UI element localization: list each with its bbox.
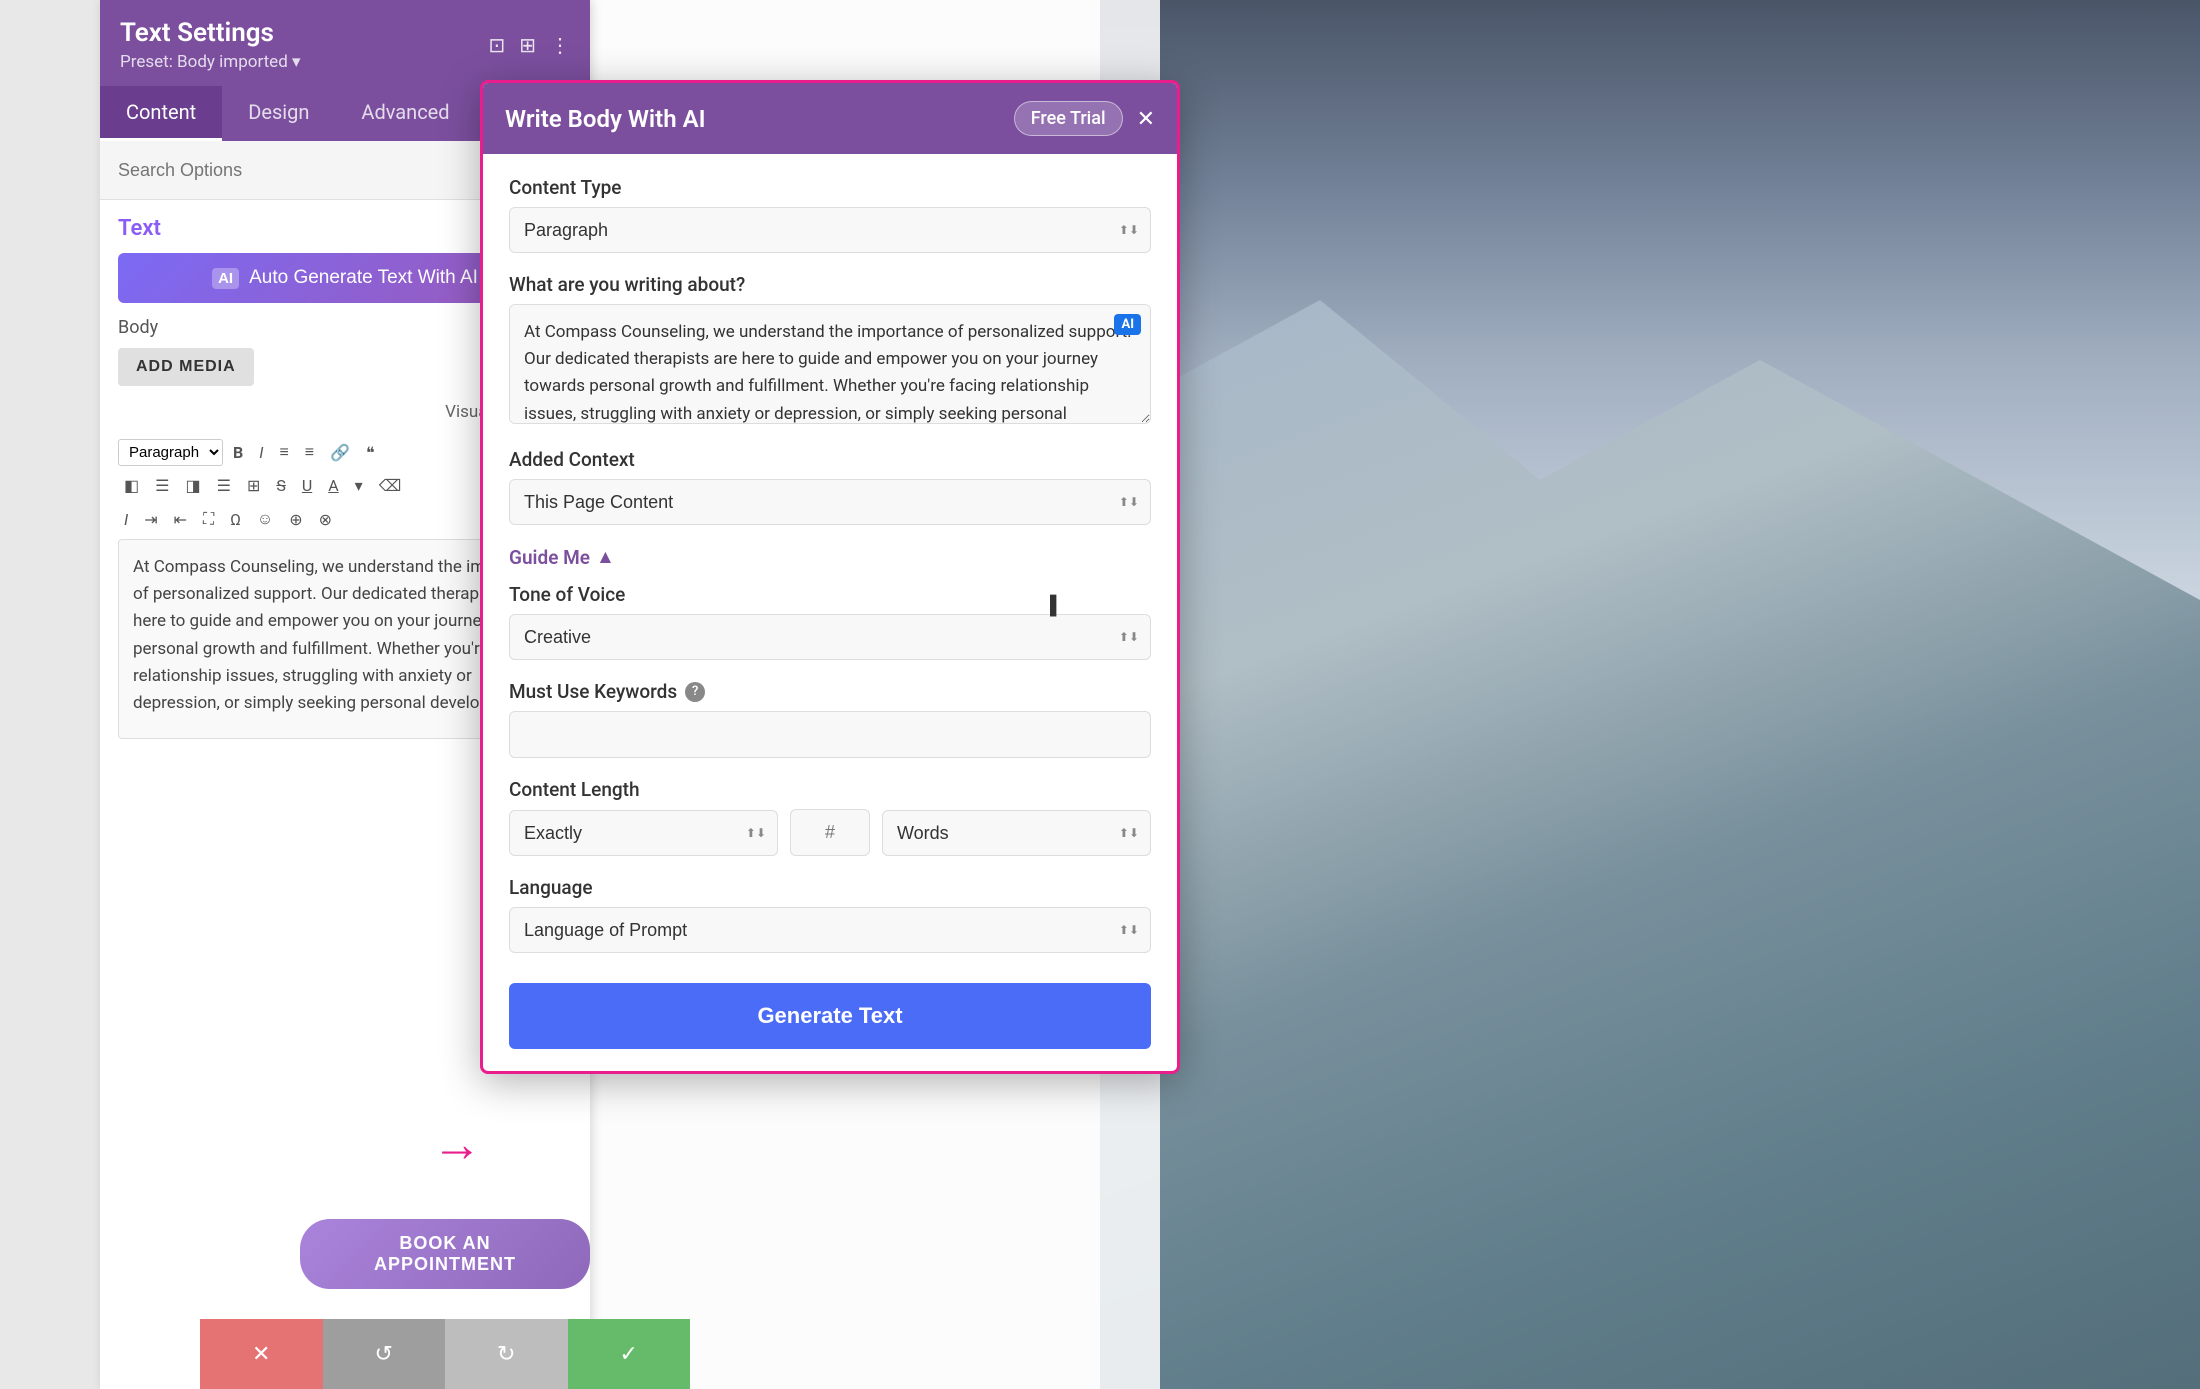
language-select[interactable]: Language of Prompt English Spanish Frenc…	[509, 907, 1151, 953]
length-unit-wrapper: Words Sentences Paragraphs	[882, 810, 1151, 856]
content-type-group: Content Type Paragraph List Table Headin…	[509, 176, 1151, 253]
align-left-btn[interactable]: ◧	[118, 472, 145, 499]
keywords-label-text: Must Use Keywords	[509, 680, 677, 703]
link-btn[interactable]: 🔗	[324, 439, 356, 466]
mountain-background	[1100, 0, 2200, 600]
italic-btn[interactable]: I	[253, 439, 269, 466]
align-justify-btn[interactable]: ☰	[211, 472, 237, 499]
table-btn[interactable]: ⊞	[241, 472, 266, 499]
keywords-help-icon[interactable]: ?	[685, 682, 705, 702]
emoji-btn[interactable]: ☺	[251, 505, 279, 533]
keywords-input[interactable]	[509, 711, 1151, 758]
confirm-button[interactable]: ✓	[568, 1319, 691, 1389]
tone-select[interactable]: Creative Professional Casual Formal Humo…	[509, 614, 1151, 660]
section-title: Text	[118, 216, 161, 241]
add-media-button[interactable]: ADD MEDIA	[118, 348, 254, 386]
extra-btn[interactable]: ⊕	[283, 506, 308, 533]
text-color-btn[interactable]: A	[322, 472, 344, 499]
added-context-label: Added Context	[509, 448, 1151, 471]
tone-group: Tone of Voice Creative Professional Casu…	[509, 583, 1151, 660]
indent-btn[interactable]: ⇥	[138, 506, 163, 533]
ai-dialog-header-right: Free Trial ✕	[1014, 101, 1155, 136]
expand-icon[interactable]: ⊡	[488, 33, 505, 57]
italic3-btn[interactable]: I	[118, 506, 134, 533]
guide-me[interactable]: Guide Me ▲	[509, 545, 1151, 569]
guide-me-arrow: ▲	[596, 545, 615, 569]
keywords-group: Must Use Keywords ?	[509, 680, 1151, 758]
underline-btn[interactable]: U	[296, 472, 318, 499]
dialog-close-button[interactable]: ✕	[1137, 106, 1155, 132]
cancel-button[interactable]: ✕	[200, 1319, 323, 1389]
arrow-indicator: →	[432, 1115, 482, 1174]
content-type-select-wrapper: Paragraph List Table Heading	[509, 207, 1151, 253]
ai-textarea-badge: AI	[1114, 314, 1141, 335]
align-center-btn[interactable]: ☰	[149, 472, 175, 499]
language-label: Language	[509, 876, 1151, 899]
panel-header: Text Settings Preset: Body imported ▾ ⊡ …	[100, 0, 590, 86]
special-char-btn[interactable]: Ω	[224, 506, 247, 533]
language-group: Language Language of Prompt English Span…	[509, 876, 1151, 953]
writing-about-label: What are you writing about?	[509, 273, 1151, 296]
ai-btn-label: Auto Generate Text With AI	[249, 267, 478, 289]
free-trial-badge[interactable]: Free Trial	[1014, 101, 1123, 136]
content-type-select[interactable]: Paragraph List Table Heading	[509, 207, 1151, 253]
panel-header-icons: ⊡ ⊞ ⋮	[488, 33, 570, 57]
ai-dialog-header: Write Body With AI Free Trial ✕	[483, 83, 1177, 154]
panel-header-info: Text Settings Preset: Body imported ▾	[120, 18, 301, 72]
action-bar: ✕ ↺ ↻ ✓	[200, 1319, 690, 1389]
tab-content[interactable]: Content	[100, 86, 222, 141]
length-unit-select[interactable]: Words Sentences Paragraphs	[882, 810, 1151, 856]
tone-select-wrapper: Creative Professional Casual Formal Humo…	[509, 614, 1151, 660]
length-qualifier-select[interactable]: Exactly About At least At most	[509, 810, 778, 856]
columns-icon[interactable]: ⊞	[519, 33, 536, 57]
content-length-group: Content Length Exactly About At least At…	[509, 778, 1151, 856]
generate-text-button[interactable]: Generate Text	[509, 983, 1151, 1049]
list-ol-btn[interactable]: ≡	[299, 438, 320, 466]
writing-textarea[interactable]: At Compass Counseling, we understand the…	[509, 304, 1151, 424]
bold-btn[interactable]: B	[227, 439, 249, 466]
added-context-select[interactable]: This Page Content None Custom	[509, 479, 1151, 525]
length-number-input[interactable]	[790, 809, 870, 856]
ai-dialog-title: Write Body With AI	[505, 105, 706, 133]
added-context-group: Added Context This Page Content None Cus…	[509, 448, 1151, 525]
clear-format-btn[interactable]: ⌫	[373, 472, 408, 499]
paragraph-select[interactable]: Paragraph	[118, 439, 223, 466]
length-qualifier-wrapper: Exactly About At least At most	[509, 810, 778, 856]
writing-about-group: What are you writing about? At Compass C…	[509, 273, 1151, 428]
ai-dialog-body: Content Type Paragraph List Table Headin…	[483, 154, 1177, 1071]
fullscreen-btn[interactable]: ⛶	[197, 505, 220, 533]
ai-dialog: Write Body With AI Free Trial ✕ Content …	[480, 80, 1180, 1074]
more-format-btn[interactable]: ▾	[349, 472, 369, 499]
content-type-label: Content Type	[509, 176, 1151, 199]
panel-title: Text Settings	[120, 18, 301, 48]
textarea-wrapper: At Compass Counseling, we understand the…	[509, 304, 1151, 428]
added-context-select-wrapper: This Page Content None Custom	[509, 479, 1151, 525]
keywords-label: Must Use Keywords ?	[509, 680, 1151, 703]
book-appointment-button[interactable]: BOOK AN APPOINTMENT	[300, 1219, 590, 1289]
tab-advanced[interactable]: Advanced	[335, 86, 475, 141]
quote-btn[interactable]: ❝	[360, 439, 381, 466]
content-length-label: Content Length	[509, 778, 1151, 801]
outdent-btn[interactable]: ⇤	[168, 506, 193, 533]
list-ul-btn[interactable]: ≡	[273, 438, 294, 466]
tab-design[interactable]: Design	[222, 86, 335, 141]
strikethrough-btn[interactable]: S	[270, 472, 292, 499]
content-length-row: Exactly About At least At most Words Sen…	[509, 809, 1151, 856]
language-select-wrapper: Language of Prompt English Spanish Frenc…	[509, 907, 1151, 953]
undo-button[interactable]: ↺	[323, 1319, 446, 1389]
keywords-label-inner: Must Use Keywords ?	[509, 680, 1151, 703]
tone-label: Tone of Voice	[509, 583, 1151, 606]
extra2-btn[interactable]: ⊗	[313, 506, 338, 533]
ai-icon: AI	[212, 268, 239, 289]
redo-button[interactable]: ↻	[445, 1319, 568, 1389]
background-landscape	[1100, 0, 2200, 1389]
search-input[interactable]	[118, 160, 488, 181]
align-right-btn[interactable]: ◨	[179, 472, 206, 499]
more-icon[interactable]: ⋮	[550, 33, 570, 57]
panel-subtitle: Preset: Body imported ▾	[120, 52, 301, 72]
guide-me-text: Guide Me	[509, 546, 590, 569]
